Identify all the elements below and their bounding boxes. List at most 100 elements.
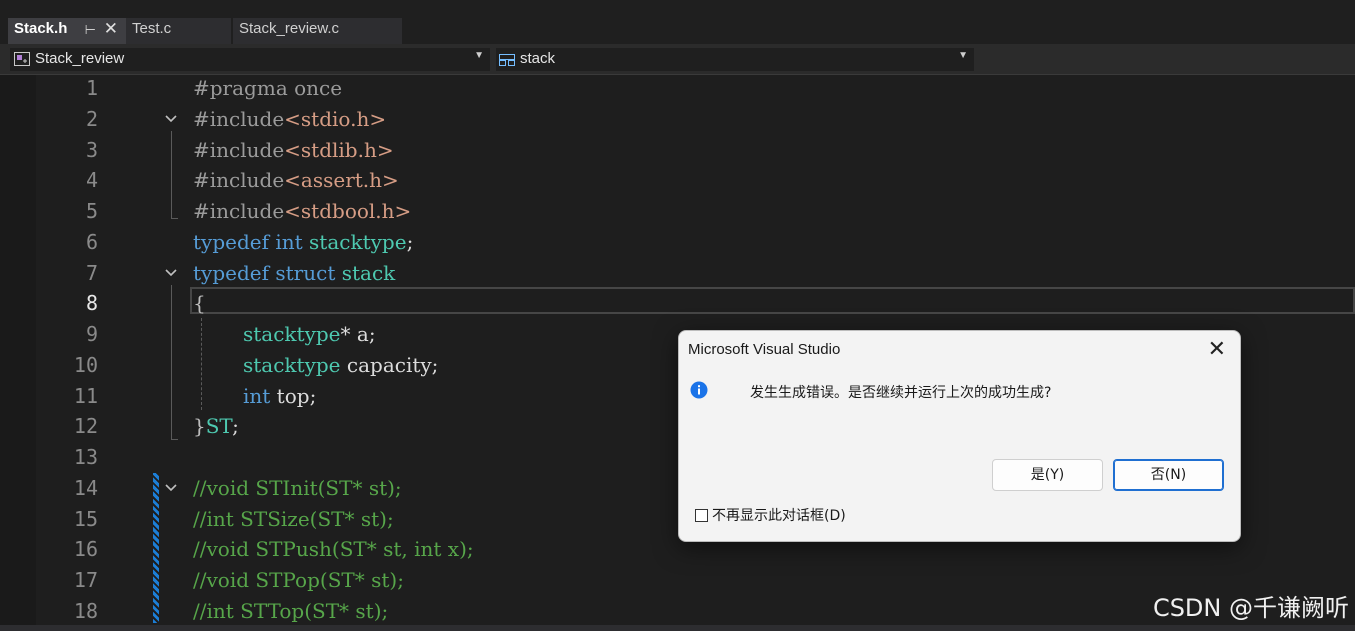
code-token: #include (193, 107, 285, 131)
fold-chevron-icon[interactable] (164, 266, 178, 280)
fold-chevron-icon[interactable] (164, 481, 178, 495)
code-token: #include (193, 168, 285, 192)
line-number: 1 (85, 76, 98, 100)
code-token: ST (205, 414, 233, 438)
code-token: stacktype (243, 322, 341, 346)
project-icon (14, 52, 30, 66)
close-icon[interactable]: ✕ (104, 19, 118, 39)
line-number: 2 (85, 107, 98, 131)
chevron-down-icon: ▼ (474, 50, 484, 61)
build-error-dialog: Microsoft Visual Studio ✕ 发生生成错误。是否继续并运行… (678, 330, 1241, 542)
line-number: 15 (73, 507, 98, 531)
code-line-6: typedef int stacktype; (193, 230, 413, 254)
scope-label: stack (520, 50, 556, 67)
code-line-12: }ST; (193, 414, 239, 438)
line-number-current: 8 (85, 291, 98, 315)
code-line-16: //void STPush(ST* st, int x); (193, 537, 474, 561)
line-number: 5 (85, 199, 98, 223)
no-button[interactable]: 否(N) (1113, 459, 1224, 491)
code-line-10: stacktype capacity; (243, 353, 438, 377)
line-number: 16 (73, 537, 98, 561)
code-line-2: #include<stdio.h> (193, 107, 386, 131)
code-line-18: //int STTop(ST* st); (193, 599, 389, 623)
line-number: 17 (73, 568, 98, 592)
code-token: typedef (193, 230, 270, 254)
code-token: <stdio.h> (284, 107, 387, 131)
outline-guide (171, 131, 172, 219)
code-line-14: //void STInit(ST* st); (193, 476, 402, 500)
yes-button[interactable]: 是(Y) (992, 459, 1103, 491)
code-line-3: #include<stdlib.h> (193, 138, 394, 162)
code-line-1: #pragma once (193, 76, 343, 100)
code-line-8: { (193, 291, 206, 315)
status-bar (0, 625, 1355, 631)
code-line-5: #include<stdbool.h> (193, 199, 411, 223)
code-token: <stdbool.h> (284, 199, 412, 223)
code-line-11: int top; (243, 384, 316, 408)
outline-guide (171, 218, 178, 219)
line-number: 4 (85, 168, 98, 192)
navigation-bar: Stack_review ▼ stack ▼ (0, 44, 1355, 75)
line-number: 13 (73, 445, 98, 469)
line-number: 10 (73, 353, 98, 377)
code-token: ; (232, 414, 239, 438)
line-number: 14 (73, 476, 98, 500)
code-token: top; (270, 384, 317, 408)
code-token: stack (335, 261, 396, 285)
code-token: <assert.h> (284, 168, 399, 192)
tab-stack-review-c[interactable]: Stack_review.c (233, 18, 402, 44)
code-line-7: typedef struct stack (193, 261, 395, 285)
info-icon (690, 381, 708, 399)
code-token: capacity; (340, 353, 439, 377)
tab-label: Test.c (132, 20, 172, 37)
code-token: <stdlib.h> (284, 138, 394, 162)
tab-stack-h[interactable]: Stack.h ⊢ ✕ (8, 18, 126, 44)
document-tab-bar: Stack.h ⊢ ✕ Test.c Stack_review.c (0, 0, 1355, 44)
change-tracking-bar (153, 473, 159, 623)
line-number: 9 (85, 322, 98, 346)
code-token: struct (269, 261, 336, 285)
close-icon[interactable]: ✕ (1208, 337, 1226, 362)
code-token: int (269, 230, 303, 254)
dialog-message: 发生生成错误。是否继续并运行上次的成功生成? (750, 385, 1052, 401)
code-token: #include (193, 199, 285, 223)
fold-chevron-icon[interactable] (164, 112, 178, 126)
code-token: stacktype (243, 353, 341, 377)
chevron-down-icon: ▼ (958, 50, 968, 61)
code-token: ; (406, 230, 414, 254)
struct-icon (499, 54, 515, 66)
outline-guide (171, 285, 172, 440)
dont-show-again-option[interactable]: 不再显示此对话框(D) (695, 505, 846, 525)
watermark: CSDN @千谦阙听 (1152, 594, 1349, 622)
line-number: 18 (73, 599, 98, 623)
checkbox-label: 不再显示此对话框(D) (712, 508, 846, 524)
dont-show-again-checkbox[interactable] (695, 509, 708, 522)
code-line-9: stacktype* a; (243, 322, 376, 346)
tab-label: Stack.h (14, 20, 68, 37)
code-token: typedef (193, 261, 270, 285)
indicator-margin (0, 75, 36, 625)
pin-icon[interactable]: ⊢ (85, 22, 96, 38)
indent-guide (201, 318, 202, 410)
code-token: int (243, 384, 271, 408)
tab-test-c[interactable]: Test.c (126, 18, 231, 44)
code-line-17: //void STPop(ST* st); (193, 568, 404, 592)
line-number: 7 (85, 261, 98, 285)
line-number: 11 (73, 384, 98, 408)
scope-dropdown[interactable]: stack ▼ (496, 48, 974, 71)
line-number: 6 (85, 230, 98, 254)
tab-label: Stack_review.c (239, 20, 340, 37)
current-line-highlight (190, 287, 1355, 314)
code-token: stacktype (302, 230, 407, 254)
project-label: Stack_review (35, 50, 125, 67)
code-line-15: //int STSize(ST* st); (193, 507, 394, 531)
line-number: 12 (73, 414, 98, 438)
code-token: * a; (340, 322, 376, 346)
code-token: } (193, 414, 206, 438)
code-line-4: #include<assert.h> (193, 168, 399, 192)
line-number: 3 (85, 138, 98, 162)
code-token: #include (193, 138, 285, 162)
dialog-title: Microsoft Visual Studio (688, 341, 841, 358)
project-dropdown[interactable]: Stack_review ▼ (10, 48, 490, 71)
outline-guide (171, 439, 178, 440)
